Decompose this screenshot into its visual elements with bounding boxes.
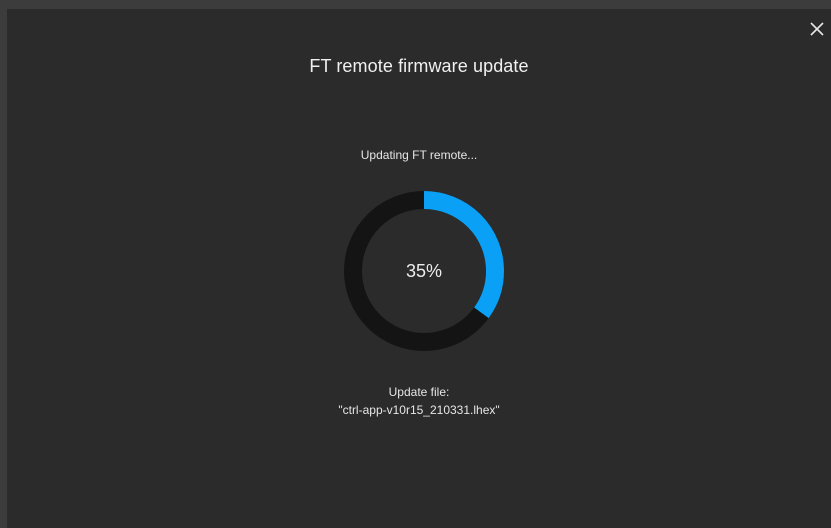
status-text: Updating FT remote... <box>360 148 478 162</box>
close-icon <box>810 22 824 36</box>
update-file-name: "ctrl-app-v10r15_210331.lhex" <box>338 403 500 417</box>
firmware-update-dialog: FT remote firmware update Updating FT re… <box>7 9 831 528</box>
update-file-label: Update file: <box>388 385 450 399</box>
window-backdrop: FT remote firmware update Updating FT re… <box>0 0 831 528</box>
close-button[interactable] <box>807 19 827 39</box>
progress-percent: 35% <box>405 260 443 281</box>
progress-ring: 35% <box>343 190 505 352</box>
dialog-title: FT remote firmware update <box>309 56 529 76</box>
